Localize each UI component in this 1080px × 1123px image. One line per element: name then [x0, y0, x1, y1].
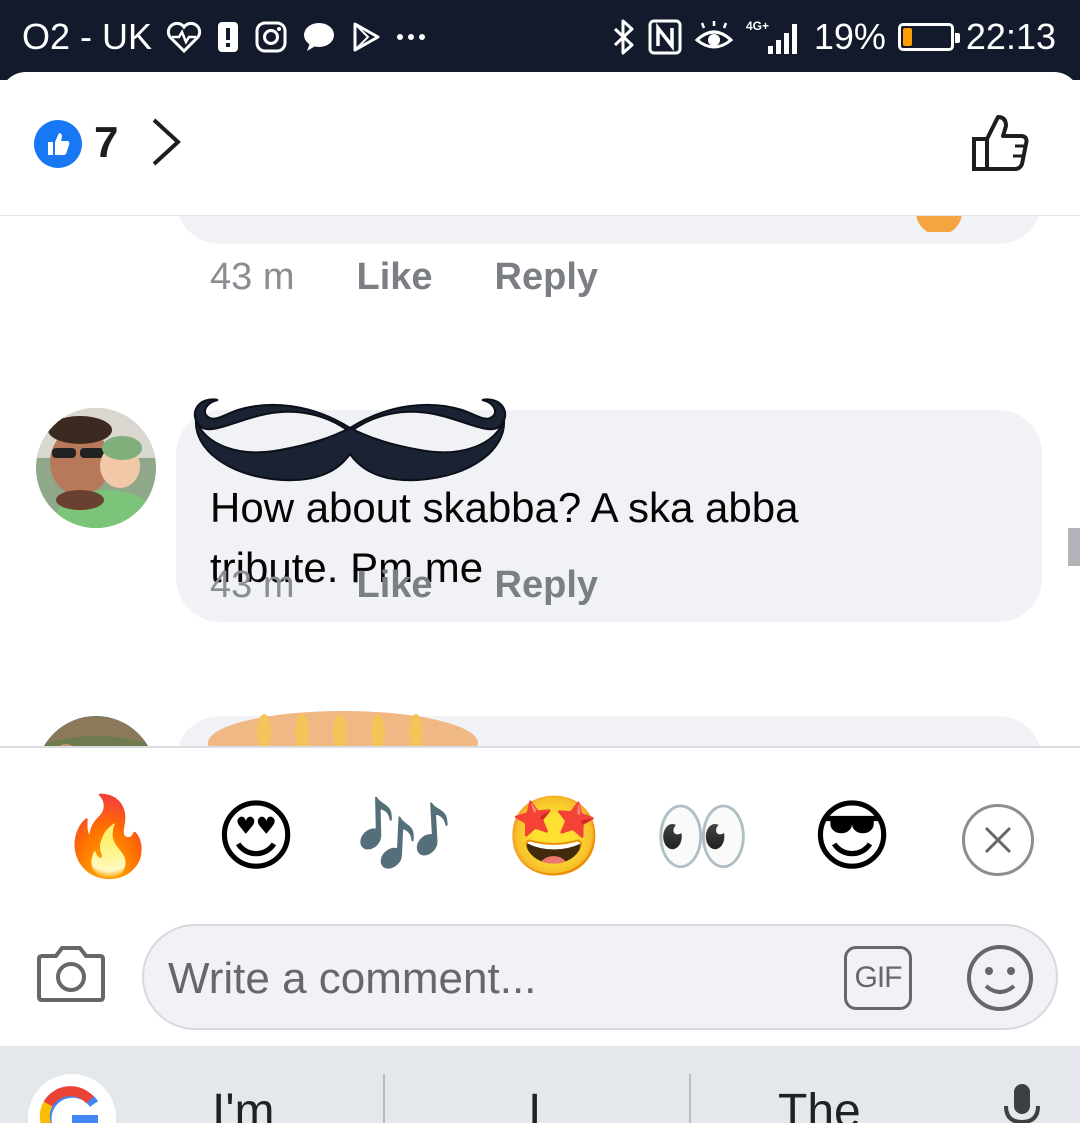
like-button[interactable]: Like — [356, 256, 432, 299]
comment-composer: Write a comment... GIF — [0, 918, 1080, 1046]
divider — [383, 1074, 385, 1123]
keyboard-suggestion[interactable]: The — [778, 1084, 861, 1123]
signal-icon: 4G+ — [746, 18, 802, 56]
emoji-suggestion-row: 🔥 😍 🎶 🤩 👀 😎 — [0, 746, 1080, 918]
status-left: O2 - UK — [22, 16, 426, 58]
keyboard-suggestion[interactable]: I — [528, 1084, 541, 1123]
status-right: 4G+ 19% 22:13 — [612, 16, 1056, 58]
comment-time: 43 m — [210, 564, 295, 606]
battery-percent: 19% — [813, 16, 886, 57]
like-count: 7 — [94, 118, 119, 167]
comment-meta: 43 m Like Reply — [210, 256, 598, 299]
keyboard-suggestion[interactable]: I'm — [212, 1084, 274, 1123]
notification-icon — [216, 20, 240, 54]
comment-input-placeholder: Write a comment... — [168, 954, 537, 1003]
carrier-label: O2 - UK — [22, 16, 153, 57]
thumbs-up-badge-icon — [34, 120, 82, 168]
reaction-icon — [916, 216, 962, 232]
music-notes-emoji-button[interactable]: 🎶 — [355, 788, 452, 884]
close-icon[interactable] — [962, 804, 1034, 876]
network-label: 4G+ — [746, 19, 769, 33]
clock: 22:13 — [965, 16, 1056, 57]
microphone-icon[interactable] — [1002, 1082, 1042, 1123]
mustache-sticker — [193, 398, 507, 482]
comment-meta: 43 m Like Reply — [210, 564, 598, 607]
like-button[interactable]: Like — [356, 564, 432, 607]
eyes-emoji-button[interactable]: 👀 — [653, 788, 750, 884]
instagram-icon — [254, 20, 288, 54]
reactions-header[interactable]: 7 — [0, 72, 1080, 216]
battery-fill — [902, 28, 912, 46]
baguette-sticker — [208, 711, 478, 746]
heart-rate-icon — [166, 21, 202, 53]
chevron-right-icon[interactable] — [148, 116, 184, 173]
nfc-icon — [648, 19, 682, 55]
camera-icon[interactable] — [36, 944, 106, 1007]
sunglasses-emoji-button[interactable]: 😎 — [804, 788, 900, 884]
bluetooth-icon — [612, 18, 636, 56]
keyboard-suggestion-bar: I'm I The — [0, 1046, 1080, 1123]
messenger-icon — [302, 21, 336, 53]
comments-sheet: 7 43 m Like Reply How about skabba? A sk… — [0, 72, 1080, 1123]
battery-icon — [897, 23, 960, 51]
comment-bubble[interactable] — [176, 216, 1042, 244]
more-icon — [396, 32, 426, 42]
like-outline-icon[interactable] — [970, 112, 1032, 179]
avatar[interactable] — [36, 716, 156, 746]
avatar[interactable] — [36, 408, 156, 528]
comments-list: 43 m Like Reply How about skabba? A ska … — [0, 216, 1080, 746]
status-bar: O2 - UK 4G+ 19% 22:13 — [0, 0, 1080, 80]
comment-input[interactable]: Write a comment... GIF — [142, 924, 1058, 1030]
divider — [689, 1074, 691, 1123]
eye-comfort-icon — [694, 20, 734, 54]
google-icon[interactable] — [28, 1074, 116, 1123]
comment-time: 43 m — [210, 256, 295, 298]
gif-button[interactable]: GIF — [844, 946, 912, 1010]
play-store-icon — [350, 21, 382, 53]
heart-eyes-emoji-button[interactable]: 😍 — [208, 788, 304, 884]
scrollbar-thumb[interactable] — [1068, 528, 1080, 566]
smiley-icon[interactable] — [966, 944, 1034, 1017]
reply-button[interactable]: Reply — [495, 256, 598, 299]
fire-emoji-button[interactable]: 🔥 — [59, 788, 156, 884]
star-struck-emoji-button[interactable]: 🤩 — [505, 788, 602, 884]
reply-button[interactable]: Reply — [495, 564, 598, 607]
